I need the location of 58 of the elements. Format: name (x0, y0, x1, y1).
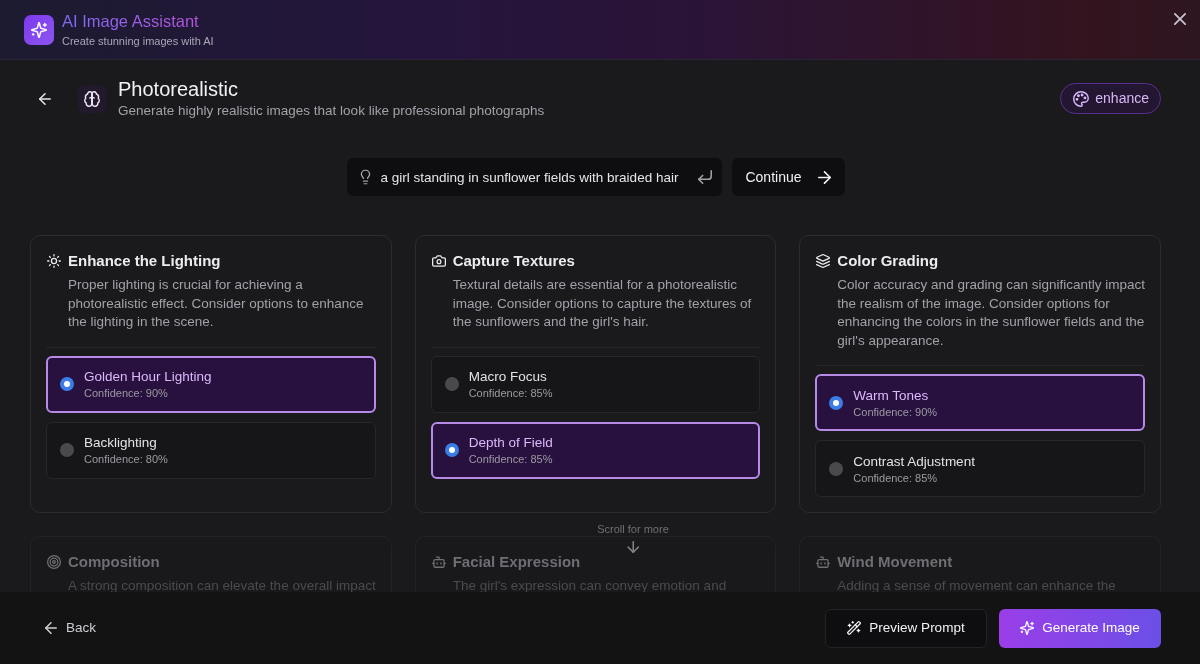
camera-icon (431, 254, 446, 268)
robot-icon (431, 555, 446, 569)
back-button[interactable]: Back (45, 617, 96, 639)
radio-button[interactable] (829, 461, 844, 476)
robot-icon (816, 555, 831, 569)
target-icon (47, 555, 61, 569)
option-label: Backlighting (84, 434, 157, 452)
prompt-input[interactable]: a girl standing in sunflower fields with braided hair (346, 158, 722, 196)
confidence-text: Confidence: 90% (853, 404, 938, 419)
scroll-hint-text: Scroll for more (597, 523, 669, 536)
option-card[interactable]: Depth of Field Confidence: 85% (430, 421, 761, 479)
section-title: Facial Expression (452, 552, 581, 572)
section-description: Textural details are essential for a photorealistic image. Consider options to capture the textures of the sunflowers and the girl's hair. (452, 276, 753, 331)
enter-key-icon (697, 170, 712, 184)
confidence-text: Confidence: 80% (84, 452, 168, 466)
sparkles-icon (24, 14, 54, 45)
back-arrow-button[interactable] (39, 92, 51, 105)
section-title: Color Grading (837, 251, 939, 271)
option-label: Depth of Field (468, 434, 553, 452)
confidence-text: Confidence: 90% (84, 386, 168, 400)
generate-image-button[interactable]: Generate Image (999, 608, 1161, 648)
layers-icon (816, 254, 831, 268)
option-card[interactable]: Macro Focus Confidence: 85% (430, 355, 761, 413)
option-card[interactable]: Warm Tones Confidence: 90% (815, 374, 1145, 431)
option-label: Golden Hour Lighting (84, 368, 212, 386)
style-title: Photorealistic (118, 77, 239, 101)
section-title: Composition (68, 552, 160, 572)
section-title: Wind Movement (837, 552, 953, 572)
option-label: Macro Focus (468, 368, 547, 386)
sparkles-icon (1020, 621, 1035, 635)
radio-button[interactable] (829, 395, 844, 410)
section-title: Enhance the Lighting (68, 251, 221, 271)
radio-button[interactable] (60, 377, 74, 391)
confidence-text: Confidence: 85% (468, 452, 553, 466)
arrow-down-icon (627, 541, 639, 553)
preview-prompt-button[interactable]: Preview Prompt (825, 608, 987, 648)
option-label: Warm Tones (853, 386, 929, 405)
section-title: Capture Textures (452, 251, 575, 271)
radio-button[interactable] (444, 443, 459, 457)
option-label: Contrast Adjustment (853, 452, 975, 471)
brain-icon (78, 84, 106, 113)
close-button[interactable] (1174, 13, 1186, 25)
option-card[interactable]: Contrast Adjustment Confidence: 85% (815, 440, 1145, 497)
confidence-text: Confidence: 85% (468, 386, 553, 400)
section-description: Color accuracy and grading can significantly impact the realism of the image. Consider options for enhancing the colors in the sunflower fields and the girl's appearance. (837, 276, 1145, 350)
option-card[interactable]: Backlighting Confidence: 80% (46, 421, 376, 479)
palette-icon (1073, 90, 1090, 107)
app-subtitle: Create stunning images with AI (62, 34, 214, 48)
enhance-button[interactable]: enhance (1060, 83, 1161, 114)
radio-button[interactable] (444, 377, 459, 391)
sun-icon (47, 254, 61, 268)
option-card[interactable]: Golden Hour Lighting Confidence: 90% (46, 355, 376, 413)
continue-button[interactable]: Continue (731, 158, 845, 196)
confidence-text: Confidence: 85% (853, 470, 938, 485)
style-description: Generate highly realistic images that look like professional photographs (118, 102, 545, 120)
section-description: Proper lighting is crucial for achieving a photorealistic effect. Consider options to enhance the lighting in the scene. (68, 276, 365, 331)
radio-button[interactable] (60, 443, 74, 457)
magic-wand-icon (847, 621, 862, 635)
